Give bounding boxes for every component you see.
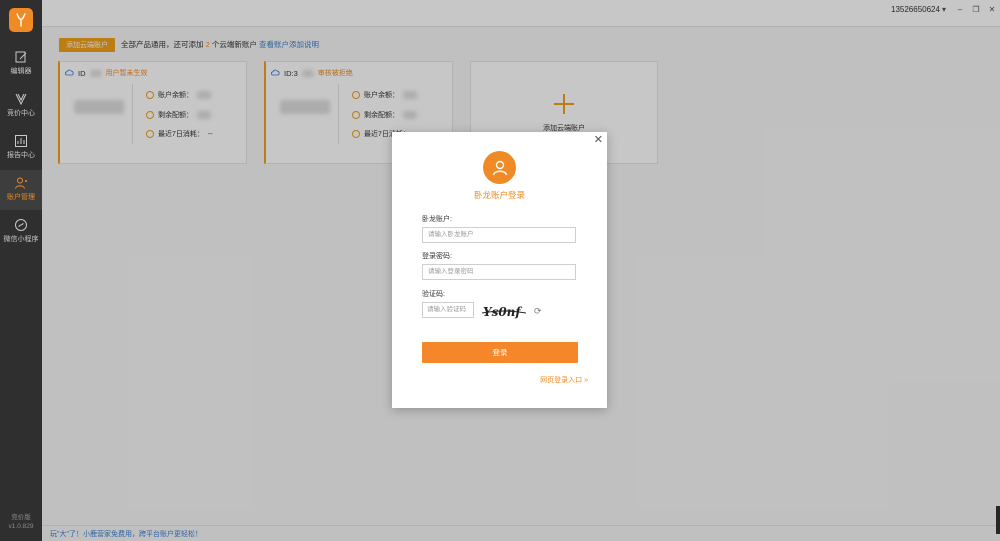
sidebar-item-mini-program[interactable]: 微信小程序 <box>0 212 42 252</box>
account-input[interactable]: 请输入卧龙账户 <box>422 227 576 243</box>
modal-title: 卧龙账户登录 <box>473 190 525 200</box>
sidebar-item-label: 编辑器 <box>10 68 32 75</box>
version-number: v1.0.829 <box>8 523 34 530</box>
captcha-image[interactable]: Ys0nf <box>482 305 526 319</box>
captcha-input[interactable]: 请输入验证码 <box>422 302 474 318</box>
sidebar-item-editor[interactable]: 编辑器 <box>0 44 42 84</box>
bid-icon <box>14 92 28 106</box>
sidebar-item-account-management[interactable]: 账户管理 <box>0 170 42 210</box>
login-modal: ✕ 卧龙账户登录 卧龙账户: 请输入卧龙账户 登录密码: 请输入登录密码 验证码… <box>392 132 607 408</box>
deer-icon <box>16 13 26 27</box>
version-name: 竞价版 <box>11 514 31 521</box>
password-input[interactable]: 请输入登录密码 <box>422 264 576 280</box>
app-logo-icon[interactable] <box>9 8 33 32</box>
chart-icon <box>14 134 28 148</box>
refresh-icon[interactable]: ⟳ <box>534 306 542 317</box>
sidebar-item-label: 报告中心 <box>7 152 35 159</box>
login-button[interactable]: 登录 <box>422 342 578 363</box>
sidebar-item-label: 微信小程序 <box>3 236 39 243</box>
account-label: 卧龙账户: <box>422 216 452 223</box>
close-icon[interactable]: ✕ <box>594 133 603 146</box>
sidebar-item-label: 竞价中心 <box>7 110 35 117</box>
user-icon <box>14 176 28 190</box>
sidebar-item-report-center[interactable]: 报告中心 <box>0 128 42 168</box>
web-login-link[interactable]: 网页登录入口 » <box>540 375 588 385</box>
sidebar-item-bid-center[interactable]: 竞价中心 <box>0 86 42 126</box>
sidebar-item-label: 账户管理 <box>7 194 35 201</box>
avatar-icon <box>483 151 516 184</box>
password-label: 登录密码: <box>422 253 452 260</box>
sidebar: 编辑器 竞价中心 报告中心 账户管理 微信小程序 竞价版 v1.0.829 <box>0 0 42 541</box>
edit-icon <box>14 50 28 64</box>
captcha-label: 验证码: <box>422 291 445 298</box>
mini-program-icon <box>14 218 28 232</box>
